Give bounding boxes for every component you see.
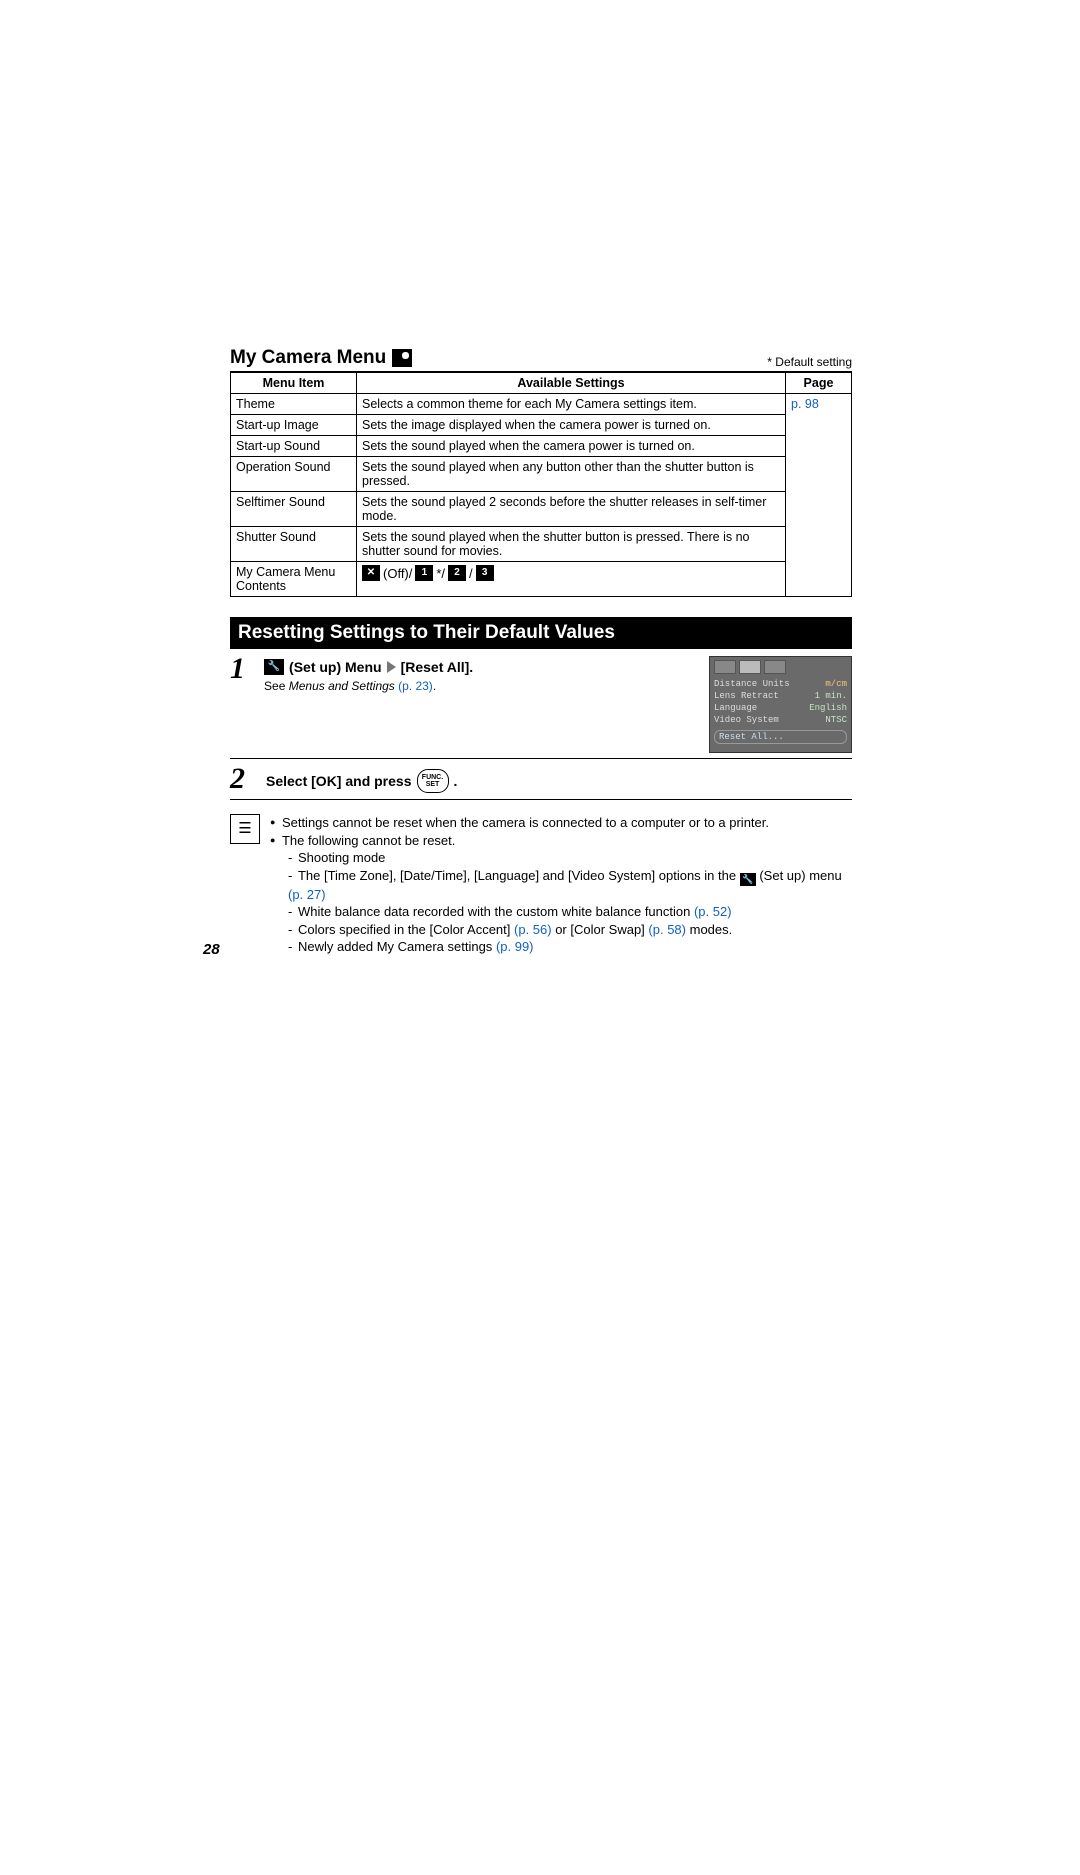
page-link[interactable]: (p. 52): [694, 904, 732, 919]
page-link[interactable]: (p. 99): [496, 939, 534, 954]
page-link[interactable]: (p. 56): [514, 922, 552, 937]
note-subitem: Shooting mode: [288, 849, 852, 867]
lcd-preview: Distance Unitsm/cm Lens Retract1 min. La…: [709, 656, 852, 753]
table-row: Selftimer Sound Sets the sound played 2 …: [231, 492, 852, 527]
wrench-icon: 🔧: [740, 873, 756, 886]
page-number: 28: [203, 941, 220, 958]
option2-icon: 2: [448, 565, 466, 581]
func-set-button-icon: FUNC. SET: [417, 769, 449, 793]
lcd-tab-icon: [764, 660, 786, 674]
table-row: Operation Sound Sets the sound played wh…: [231, 457, 852, 492]
step1-title: 🔧 (Set up) Menu [Reset All].: [264, 659, 699, 675]
section-header: My Camera Menu * Default setting: [230, 347, 852, 372]
note-item: Settings cannot be reset when the camera…: [270, 814, 852, 832]
step-number: 2: [230, 764, 266, 794]
table-row: My Camera Menu Contents ✕ (Off)/ 1 */ 2 …: [231, 562, 852, 597]
reset-section-banner: Resetting Settings to Their Default Valu…: [230, 617, 852, 649]
table-row: Shutter Sound Sets the sound played when…: [231, 527, 852, 562]
option3-icon: 3: [476, 565, 494, 581]
page-link[interactable]: (p. 27): [288, 887, 326, 902]
note-subitem: Newly added My Camera settings (p. 99): [288, 938, 852, 956]
step-1: 1 🔧 (Set up) Menu [Reset All]. See Menus…: [230, 649, 852, 759]
default-setting-note: * Default setting: [767, 355, 852, 369]
note-item: The following cannot be reset. Shooting …: [270, 832, 852, 956]
note-icon: ☰: [230, 814, 260, 844]
step-number: 1: [230, 654, 264, 684]
person-icon: [392, 349, 412, 367]
lcd-reset-all: Reset All...: [714, 730, 847, 744]
lcd-tab-icon: [739, 660, 761, 674]
col-menu-item: Menu Item: [231, 373, 357, 394]
page-reference-link[interactable]: p. 98: [786, 394, 852, 597]
col-page: Page: [786, 373, 852, 394]
col-available-settings: Available Settings: [357, 373, 786, 394]
page-link[interactable]: (p. 58): [648, 922, 686, 937]
menu-table: Menu Item Available Settings Page Theme …: [230, 372, 852, 597]
table-row: Start-up Sound Sets the sound played whe…: [231, 436, 852, 457]
table-row: Theme Selects a common theme for each My…: [231, 394, 852, 415]
note-subitem: Colors specified in the [Color Accent] (…: [288, 921, 852, 939]
title-text: My Camera Menu: [230, 347, 386, 369]
notes-body: Settings cannot be reset when the camera…: [270, 814, 852, 956]
step-2: 2 Select [OK] and press FUNC. SET .: [230, 759, 852, 800]
option1-icon: 1: [415, 565, 433, 581]
table-row: Start-up Image Sets the image displayed …: [231, 415, 852, 436]
note-subitem: White balance data recorded with the cus…: [288, 903, 852, 921]
note-subitem: The [Time Zone], [Date/Time], [Language]…: [288, 867, 852, 904]
right-triangle-icon: [387, 661, 396, 673]
step2-title: Select [OK] and press FUNC. SET .: [266, 769, 852, 793]
off-icon: ✕: [362, 565, 380, 581]
contents-icons: ✕ (Off)/ 1 */ 2 / 3: [362, 565, 780, 581]
wrench-icon: 🔧: [264, 659, 284, 675]
lcd-tab-icon: [714, 660, 736, 674]
see-reference: See Menus and Settings (p. 23).: [264, 679, 699, 693]
page-link[interactable]: (p. 23): [398, 679, 433, 693]
my-camera-menu-title: My Camera Menu: [230, 347, 412, 369]
notes-block: ☰ Settings cannot be reset when the came…: [230, 814, 852, 956]
